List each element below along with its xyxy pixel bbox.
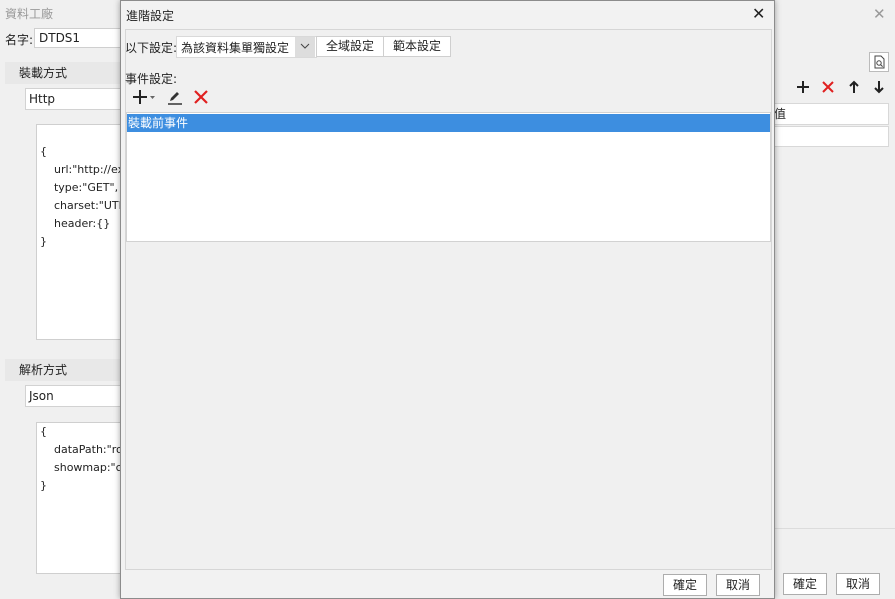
close-icon[interactable]: ✕	[752, 4, 765, 23]
parse-method-heading: 解析方式	[5, 359, 134, 381]
template-settings-button[interactable]: 範本設定	[383, 36, 451, 57]
name-label: 名字:	[5, 33, 34, 47]
code-line: charset:"UTF	[40, 199, 121, 212]
load-method-select[interactable]: Http	[25, 88, 124, 110]
events-label: 事件設定:	[125, 72, 178, 86]
preview-icon[interactable]	[869, 52, 889, 72]
code-line: }	[40, 479, 47, 492]
add-icon[interactable]	[133, 89, 157, 109]
cancel-button[interactable]: 取消	[716, 574, 760, 596]
code-line: showmap:"c	[40, 461, 121, 474]
list-item[interactable]: 裝載前事件	[127, 114, 770, 132]
edit-icon[interactable]	[167, 89, 183, 109]
code-line: type:"GET",	[40, 181, 119, 194]
code-line: url:"http://exa	[53, 163, 120, 176]
parse-method-select[interactable]: Json	[25, 385, 124, 407]
event-list: 裝載前事件	[126, 112, 771, 242]
scope-select[interactable]: 為該資料集單獨設定	[176, 36, 317, 58]
param-value-cell[interactable]	[773, 126, 889, 147]
scope-select-value: 為該資料集單獨設定	[181, 41, 290, 55]
code-line: header:{}	[40, 217, 111, 230]
load-code-editor[interactable]: { url:"http://exa type:"GET", charset:"U…	[36, 124, 121, 340]
cancel-button[interactable]: 取消	[836, 573, 880, 595]
delete-icon[interactable]	[821, 80, 835, 97]
param-header-cell: 值	[773, 103, 889, 125]
ok-button[interactable]: 確定	[663, 574, 707, 596]
dialog-title: 進階設定	[126, 9, 175, 23]
close-icon[interactable]: ✕	[873, 5, 886, 23]
down-arrow-icon[interactable]	[872, 80, 886, 97]
ok-button[interactable]: 確定	[783, 573, 827, 595]
up-arrow-icon[interactable]	[847, 80, 861, 97]
code-line: }	[40, 235, 47, 248]
advanced-settings-dialog: 進階設定 ✕ 以下設定: 為該資料集單獨設定 全域設定 範本設定 事件設定: 裝…	[120, 0, 775, 599]
load-method-heading: 裝載方式	[5, 62, 134, 84]
global-settings-button[interactable]: 全域設定	[316, 36, 384, 57]
add-icon[interactable]	[796, 80, 810, 97]
code-line: dataPath:"ro	[40, 443, 121, 456]
code-line: {	[40, 425, 47, 438]
code-line: {	[40, 145, 47, 158]
parse-code-editor[interactable]: { dataPath:"ro showmap:"c }	[36, 422, 121, 574]
name-input[interactable]: DTDS1	[34, 28, 126, 48]
chevron-down-icon[interactable]	[295, 37, 315, 57]
scope-label: 以下設定:	[125, 41, 178, 55]
delete-icon[interactable]	[193, 89, 209, 109]
dialog-content-panel	[125, 29, 772, 570]
window-title: 資料工廠	[5, 7, 54, 21]
